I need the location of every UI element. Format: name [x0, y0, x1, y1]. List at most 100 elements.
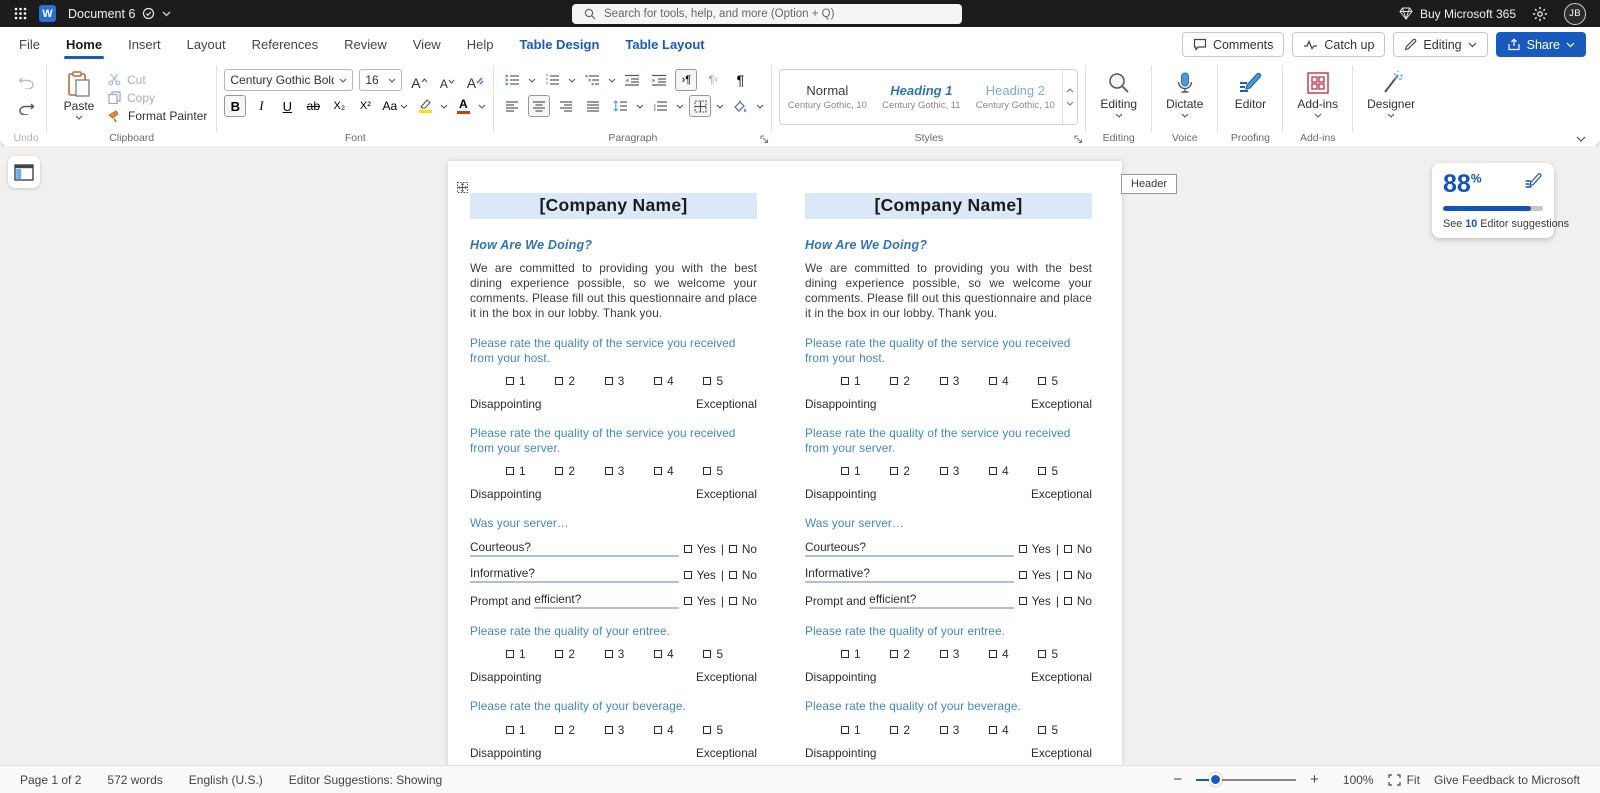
word-count[interactable]: 572 words — [107, 773, 162, 787]
checkbox-icon[interactable] — [890, 377, 898, 385]
checkbox-icon[interactable] — [684, 545, 692, 553]
card-question[interactable]: Please rate the quality of your entree. — [470, 624, 757, 639]
dictate-button[interactable]: Dictate — [1159, 67, 1210, 132]
collapse-ribbon-icon[interactable] — [1576, 136, 1586, 142]
share-button[interactable]: Share — [1496, 32, 1586, 57]
rating-option[interactable]: 3 — [940, 374, 960, 388]
card-question[interactable]: Please rate the quality of your beverage… — [470, 699, 757, 714]
rating-option[interactable]: 1 — [506, 464, 526, 478]
card-question[interactable]: Please rate the quality of your beverage… — [805, 699, 1092, 714]
bullet-list-button[interactable] — [501, 69, 523, 91]
buy-microsoft-button[interactable]: Buy Microsoft 365 — [1399, 7, 1516, 21]
checkbox-icon[interactable] — [989, 650, 997, 658]
underline-button[interactable]: U — [276, 95, 298, 117]
shading-button[interactable] — [729, 95, 751, 117]
card-heading[interactable]: How Are We Doing? — [470, 238, 757, 252]
checkbox-icon[interactable] — [729, 571, 737, 579]
rating-option[interactable]: 5 — [703, 647, 723, 661]
table-move-handle-icon[interactable] — [456, 181, 469, 194]
rating-option[interactable]: 2 — [890, 464, 910, 478]
styles-scroll-up-icon[interactable] — [1066, 88, 1074, 93]
rating-option[interactable]: 1 — [506, 647, 526, 661]
checkbox-icon[interactable] — [703, 377, 711, 385]
checkbox-icon[interactable] — [703, 650, 711, 658]
card-question[interactable]: Please rate the quality of your entree. — [805, 624, 1092, 639]
checkbox-icon[interactable] — [841, 726, 849, 734]
editing-mode-button[interactable]: Editing — [1393, 32, 1487, 57]
checkbox-icon[interactable] — [890, 650, 898, 658]
add-ins-button[interactable]: Add-ins — [1290, 67, 1345, 132]
style-heading-2[interactable]: Heading 2 Century Gothic, 10 — [968, 70, 1062, 124]
no-option[interactable]: No — [1064, 568, 1092, 582]
rating-option[interactable]: 3 — [605, 374, 625, 388]
checkbox-icon[interactable] — [703, 726, 711, 734]
tab-table-layout[interactable]: Table Layout — [612, 27, 717, 62]
catch-up-button[interactable]: Catch up — [1292, 32, 1385, 57]
checkbox-icon[interactable] — [654, 650, 662, 658]
rating-option[interactable]: 3 — [605, 464, 625, 478]
checkbox-icon[interactable] — [605, 467, 613, 475]
card-question[interactable]: Please rate the quality of the service y… — [805, 426, 1092, 456]
highlight-color-button[interactable] — [414, 95, 436, 117]
checkbox-icon[interactable] — [555, 726, 563, 734]
checkbox-icon[interactable] — [1064, 545, 1072, 553]
yes-no-label[interactable]: Informative? — [805, 566, 1014, 583]
checkbox-icon[interactable] — [841, 650, 849, 658]
checkbox-icon[interactable] — [605, 377, 613, 385]
fit-button[interactable]: Fit — [1388, 773, 1420, 787]
checkbox-icon[interactable] — [841, 377, 849, 385]
no-option[interactable]: No — [729, 542, 757, 556]
checkbox-icon[interactable] — [1038, 650, 1046, 658]
line-spacing-button[interactable] — [609, 95, 631, 117]
no-option[interactable]: No — [1064, 542, 1092, 556]
styles-scroll-down-icon[interactable] — [1066, 101, 1074, 106]
rating-option[interactable]: 1 — [506, 723, 526, 737]
rating-option[interactable]: 3 — [940, 647, 960, 661]
zoom-in-button[interactable]: + — [1310, 771, 1319, 788]
rating-option[interactable]: 2 — [555, 374, 575, 388]
checkbox-icon[interactable] — [654, 726, 662, 734]
rating-option[interactable]: 1 — [506, 374, 526, 388]
tab-layout[interactable]: Layout — [174, 27, 239, 62]
checkbox-icon[interactable] — [729, 597, 737, 605]
editor-score-card[interactable]: 88% See 10 Editor suggestions — [1432, 163, 1554, 238]
checkbox-icon[interactable] — [1038, 467, 1046, 475]
checkbox-icon[interactable] — [989, 467, 997, 475]
yes-no-label[interactable]: Courteous? — [470, 540, 679, 557]
card-heading[interactable]: How Are We Doing? — [805, 238, 1092, 252]
checkbox-icon[interactable] — [654, 377, 662, 385]
font-size-select[interactable]: 16 — [359, 69, 402, 91]
shrink-font-button[interactable]: A — [436, 69, 458, 91]
rating-option[interactable]: 5 — [703, 723, 723, 737]
comments-button[interactable]: Comments — [1182, 32, 1284, 57]
copy-button[interactable]: Copy — [108, 90, 207, 105]
company-name-title[interactable]: [Company Name] — [805, 193, 1092, 219]
multilevel-list-button[interactable] — [581, 69, 603, 91]
yes-no-label[interactable]: Informative? — [470, 566, 679, 583]
rating-option[interactable]: 4 — [654, 464, 674, 478]
checkbox-icon[interactable] — [684, 597, 692, 605]
company-name-title[interactable]: [Company Name] — [470, 193, 757, 219]
checkbox-icon[interactable] — [1019, 597, 1027, 605]
rating-option[interactable]: 2 — [555, 647, 575, 661]
rating-option[interactable]: 2 — [555, 464, 575, 478]
yes-no-label[interactable]: Prompt and efficient? — [470, 592, 679, 609]
paragraph-dialog-launcher-icon[interactable] — [760, 135, 769, 144]
checkbox-icon[interactable] — [506, 726, 514, 734]
superscript-button[interactable]: X² — [354, 95, 376, 117]
undo-icon[interactable] — [15, 71, 37, 93]
rating-option[interactable]: 5 — [1038, 647, 1058, 661]
checkbox-icon[interactable] — [1019, 545, 1027, 553]
tab-insert[interactable]: Insert — [115, 27, 174, 62]
card-question[interactable]: Please rate the quality of the service y… — [470, 336, 757, 366]
show-formatting-button[interactable]: ¶ — [729, 69, 751, 91]
tab-file[interactable]: File — [6, 27, 53, 62]
style-heading-1[interactable]: Heading 1 Century Gothic, 11 — [874, 70, 968, 124]
rating-option[interactable]: 5 — [703, 464, 723, 478]
yes-no-label[interactable]: Courteous? — [805, 540, 1014, 557]
card-question[interactable]: Please rate the quality of the service y… — [470, 426, 757, 456]
rating-option[interactable]: 5 — [703, 374, 723, 388]
rating-option[interactable]: 4 — [654, 723, 674, 737]
tab-help[interactable]: Help — [454, 27, 507, 62]
checkbox-icon[interactable] — [605, 726, 613, 734]
